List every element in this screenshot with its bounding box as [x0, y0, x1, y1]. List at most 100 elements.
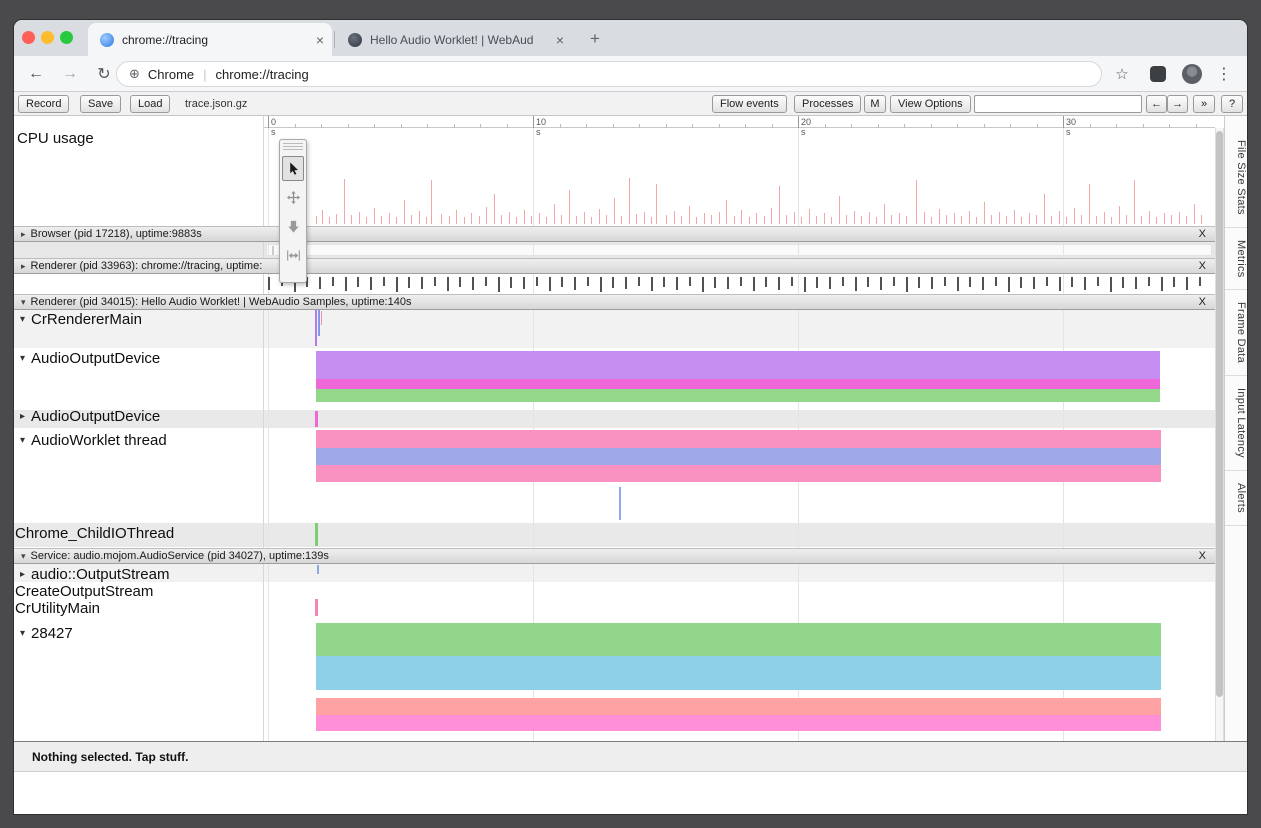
- trace-event-tick[interactable]: [408, 277, 410, 288]
- expander-icon[interactable]: ▸: [20, 411, 25, 422]
- expander-icon[interactable]: ▸: [20, 569, 25, 580]
- toolbar-search-input[interactable]: [974, 95, 1142, 113]
- trace-event-tick[interactable]: [804, 277, 806, 292]
- trace-event-tick[interactable]: [1084, 277, 1086, 290]
- trace-event-tick[interactable]: [727, 277, 729, 289]
- expander-icon[interactable]: ▾: [21, 297, 26, 308]
- trace-slice[interactable]: [316, 656, 1161, 690]
- trace-event-tick[interactable]: [638, 277, 640, 286]
- sidebar-tab-metrics[interactable]: Metrics: [1225, 228, 1247, 291]
- zoom-tool-button[interactable]: [282, 214, 304, 239]
- trace-slice[interactable]: [316, 465, 1161, 482]
- thread-label-audioworklet[interactable]: ▾ AudioWorklet thread: [20, 432, 167, 449]
- trace-slice[interactable]: [316, 379, 1160, 389]
- expander-icon[interactable]: ▾: [21, 551, 26, 562]
- thread-label-childiothread[interactable]: Chrome_ChildIOThread: [15, 525, 174, 542]
- trace-event-tick[interactable]: [510, 277, 512, 288]
- trace-event-tick[interactable]: [319, 277, 321, 289]
- trace-event-tick[interactable]: [549, 277, 551, 291]
- trace-event-tick[interactable]: [472, 277, 474, 290]
- tab-close-icon[interactable]: ×: [316, 32, 324, 48]
- close-process-button[interactable]: X: [1199, 260, 1206, 272]
- trace-event-tick[interactable]: [893, 277, 895, 286]
- trace-slice[interactable]: [316, 430, 1161, 448]
- trace-event-tick[interactable]: [1059, 277, 1061, 291]
- trace-event-mark[interactable]: [315, 411, 318, 427]
- trace-event-tick[interactable]: [855, 277, 857, 291]
- trace-event-tick[interactable]: [1148, 277, 1150, 286]
- forward-button[interactable]: →: [58, 62, 82, 86]
- expander-icon[interactable]: ▸: [21, 229, 26, 240]
- trace-event-tick[interactable]: [1033, 277, 1035, 289]
- back-button[interactable]: ←: [24, 62, 48, 86]
- trace-event-tick[interactable]: [689, 277, 691, 286]
- palette-grip[interactable]: [283, 143, 303, 152]
- trace-event-mark[interactable]: [317, 565, 319, 574]
- trace-event-tick[interactable]: [268, 277, 270, 290]
- trace-event-tick[interactable]: [600, 277, 602, 292]
- bookmark-star-button[interactable]: ☆: [1110, 62, 1134, 86]
- process-header-renderer-tracing[interactable]: ▸ Renderer (pid 33963): chrome://tracing…: [14, 258, 1215, 274]
- trace-event-tick[interactable]: [918, 277, 920, 288]
- save-button[interactable]: Save: [80, 95, 121, 113]
- trace-event-tick[interactable]: [765, 277, 767, 287]
- trace-event-tick[interactable]: [944, 277, 946, 286]
- process-header-audio-service[interactable]: ▾ Service: audio.mojom.AudioService (pid…: [14, 548, 1215, 564]
- reload-button[interactable]: ↻: [92, 62, 116, 86]
- help-button[interactable]: ?: [1221, 95, 1243, 113]
- trace-event-tick[interactable]: [459, 277, 461, 287]
- trace-event-mark[interactable]: [272, 246, 274, 255]
- trace-event-tick[interactable]: [816, 277, 818, 288]
- trace-event-mark[interactable]: [315, 523, 318, 546]
- trace-event-tick[interactable]: [663, 277, 665, 287]
- trace-event-tick[interactable]: [778, 277, 780, 290]
- close-process-button[interactable]: X: [1199, 228, 1206, 240]
- trace-slice[interactable]: [316, 623, 1161, 656]
- trace-event-mark[interactable]: [315, 310, 317, 346]
- trace-event-mark[interactable]: [315, 599, 318, 616]
- trace-event-tick[interactable]: [1135, 277, 1137, 289]
- profile-avatar[interactable]: [1182, 64, 1202, 84]
- trace-event-tick[interactable]: [1122, 277, 1124, 288]
- trace-event-tick[interactable]: [867, 277, 869, 287]
- trace-event-tick[interactable]: [714, 277, 716, 288]
- browser-menu-button[interactable]: ⋮: [1212, 62, 1236, 86]
- minimize-window-button[interactable]: [41, 31, 54, 44]
- trace-event-tick[interactable]: [485, 277, 487, 286]
- trace-event-tick[interactable]: [1046, 277, 1048, 286]
- trace-event-tick[interactable]: [1173, 277, 1175, 287]
- trace-event-tick[interactable]: [434, 277, 436, 286]
- trace-event-tick[interactable]: [1161, 277, 1163, 291]
- trace-event-tick[interactable]: [396, 277, 398, 292]
- tab-hello-audio-worklet[interactable]: Hello Audio Worklet! | WebAud ×: [336, 23, 572, 56]
- trace-event-tick[interactable]: [702, 277, 704, 292]
- sidebar-tab-file-size-stats[interactable]: File Size Stats: [1225, 128, 1247, 228]
- sidebar-tab-frame-data[interactable]: Frame Data: [1225, 290, 1247, 376]
- new-tab-button[interactable]: +: [584, 28, 606, 50]
- trace-event-tick[interactable]: [791, 277, 793, 286]
- trace-event-tick[interactable]: [1020, 277, 1022, 288]
- trace-event-tick[interactable]: [370, 277, 372, 290]
- processes-button[interactable]: Processes: [794, 95, 861, 113]
- scrollbar-thumb[interactable]: [1216, 131, 1223, 697]
- trace-event-tick[interactable]: [345, 277, 347, 291]
- metrics-button[interactable]: M: [864, 95, 886, 113]
- close-window-button[interactable]: [22, 31, 35, 44]
- extension-icon[interactable]: [1150, 66, 1166, 82]
- nav-right-button[interactable]: →: [1167, 95, 1188, 113]
- trace-event-tick[interactable]: [536, 277, 538, 286]
- expander-icon[interactable]: ▸: [21, 261, 26, 272]
- trace-event-tick[interactable]: [587, 277, 589, 286]
- thread-label-crrenderermain[interactable]: ▾ CrRendererMain: [20, 311, 142, 328]
- process-header-renderer-audio[interactable]: ▾ Renderer (pid 34015): Hello Audio Work…: [14, 294, 1215, 310]
- process-header-browser[interactable]: ▸ Browser (pid 17218), uptime:9883s X: [14, 226, 1215, 242]
- thread-label-audiooutputdevice-2[interactable]: ▸ AudioOutputDevice: [20, 408, 160, 425]
- record-button[interactable]: Record: [18, 95, 69, 113]
- pan-tool-button[interactable]: [282, 185, 304, 210]
- trace-event-tick[interactable]: [332, 277, 334, 286]
- sidebar-tab-input-latency[interactable]: Input Latency: [1225, 376, 1247, 471]
- sidebar-tab-alerts[interactable]: Alerts: [1225, 471, 1247, 526]
- thread-label-createoutputstream[interactable]: CreateOutputStream: [15, 583, 153, 600]
- trace-event-tick[interactable]: [740, 277, 742, 286]
- trace-event-tick[interactable]: [651, 277, 653, 291]
